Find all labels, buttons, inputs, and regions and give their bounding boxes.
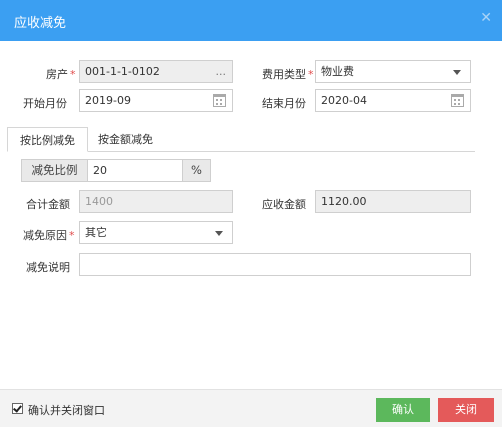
start-month-value: 2019-09	[85, 94, 131, 107]
property-label-text: 房产	[46, 68, 68, 81]
calendar-icon[interactable]	[213, 94, 226, 107]
end-month-value: 2020-04	[321, 94, 367, 107]
confirm-close-label[interactable]: 确认并关闭窗口	[28, 402, 105, 418]
fee-type-label-text: 费用类型	[262, 68, 306, 81]
fee-type-label: 费用类型 *	[262, 66, 314, 82]
ratio-label-addon: 减免比例	[21, 159, 88, 182]
dialog-title: 应收减免	[14, 16, 67, 31]
chevron-down-icon	[453, 70, 461, 75]
receivable-input[interactable]: 1120.00	[315, 190, 471, 213]
reason-select[interactable]: 其它	[79, 221, 233, 244]
property-value: 001-1-1-0102	[85, 65, 160, 78]
property-field[interactable]: 001-1-1-0102 ...	[79, 60, 233, 83]
percent-addon: %	[182, 159, 211, 182]
calendar-icon[interactable]	[451, 94, 464, 107]
dialog-footer: 确认并关闭窗口 确认 关闭	[0, 389, 502, 427]
confirm-close-checkbox[interactable]	[12, 403, 23, 414]
reason-label-text: 减免原因	[23, 229, 67, 242]
tab-amount-reduction[interactable]: 按金额减免	[86, 127, 165, 152]
property-label: 房产 *	[46, 66, 76, 82]
note-input[interactable]	[79, 253, 471, 276]
reason-label: 减免原因 *	[23, 227, 75, 243]
reason-value: 其它	[85, 226, 107, 239]
start-month-field[interactable]: 2019-09	[79, 89, 233, 112]
required-mark: *	[69, 229, 75, 242]
start-month-label: 开始月份	[23, 97, 67, 110]
note-label: 减免说明	[26, 261, 70, 274]
end-month-field[interactable]: 2020-04	[315, 89, 471, 112]
total-input[interactable]: 1400	[79, 190, 233, 213]
fee-type-select[interactable]: 物业费	[315, 60, 471, 83]
required-mark: *	[308, 68, 314, 81]
close-icon[interactable]: ✕	[480, 10, 492, 26]
property-picker-button[interactable]: ...	[216, 61, 227, 82]
confirm-button[interactable]: 确认	[376, 398, 430, 422]
fee-type-value: 物业费	[321, 65, 354, 78]
ratio-input[interactable]: 20	[87, 159, 183, 182]
end-month-label: 结束月份	[262, 97, 306, 110]
dialog-titlebar: 应收减免 ✕	[0, 0, 502, 41]
tab-ratio-reduction[interactable]: 按比例减免	[7, 127, 88, 152]
receivable-label: 应收金额	[262, 198, 306, 211]
total-label: 合计金额	[26, 198, 70, 211]
chevron-down-icon	[215, 231, 223, 236]
required-mark: *	[70, 68, 76, 81]
close-button[interactable]: 关闭	[438, 398, 494, 422]
